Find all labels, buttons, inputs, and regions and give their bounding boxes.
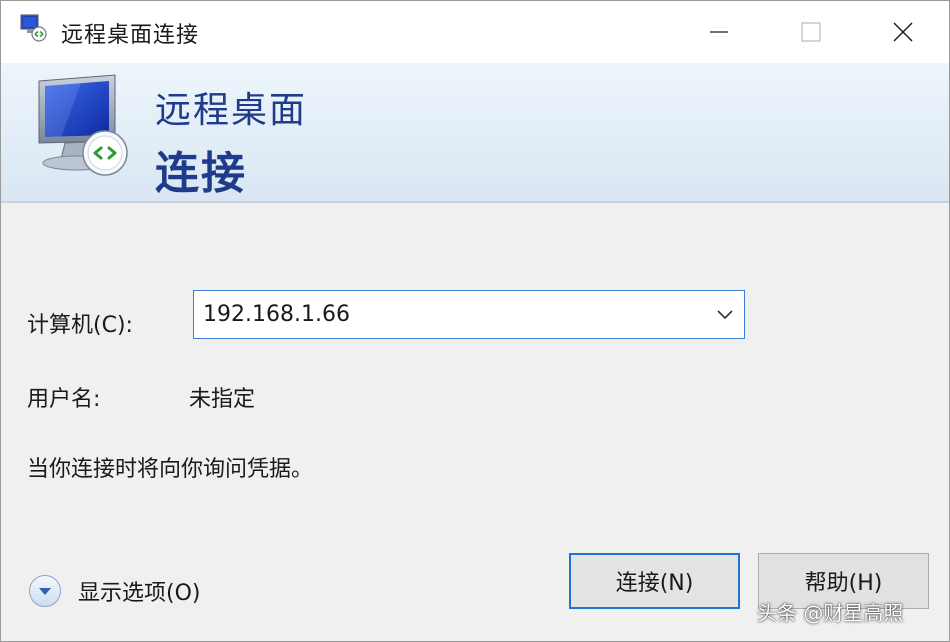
maximize-icon <box>801 22 821 42</box>
maximize-button[interactable] <box>765 1 857 63</box>
computer-combobox[interactable] <box>193 290 745 339</box>
monitor-icon <box>38 74 128 176</box>
username-value: 未指定 <box>189 387 256 412</box>
connect-button[interactable]: 连接(N) <box>569 553 740 609</box>
minimize-button[interactable] <box>673 1 765 63</box>
close-button[interactable] <box>857 1 949 63</box>
credentials-hint: 当你连接时将向你询问凭据。 <box>27 457 314 482</box>
watermark: 头条 @财星高照 <box>757 601 904 625</box>
dropdown-button[interactable] <box>712 303 738 327</box>
banner-title-line1: 远程桌面 <box>155 90 308 131</box>
title-bar: 远程桌面连接 <box>1 1 949 63</box>
remote-desktop-icon <box>20 14 47 42</box>
remote-desktop-dialog: 远程桌面连接 远程桌面 连接 计算机(C): 192.168.1.66 用户名:… <box>0 0 950 642</box>
username-label: 用户名: <box>27 387 101 412</box>
minimize-icon <box>710 31 728 33</box>
computer-label: 计算机(C): <box>27 313 133 338</box>
show-options-label: 显示选项(O) <box>78 581 201 606</box>
banner-title-line2: 连接 <box>155 148 247 199</box>
chevron-down-icon <box>717 310 733 320</box>
show-options-toggle[interactable]: 显示选项(O) <box>29 571 200 611</box>
expand-circle-icon <box>29 575 61 607</box>
close-icon <box>893 22 913 42</box>
computer-input[interactable] <box>194 291 704 338</box>
header-banner: 远程桌面 连接 <box>1 63 949 203</box>
window-title: 远程桌面连接 <box>61 23 200 48</box>
